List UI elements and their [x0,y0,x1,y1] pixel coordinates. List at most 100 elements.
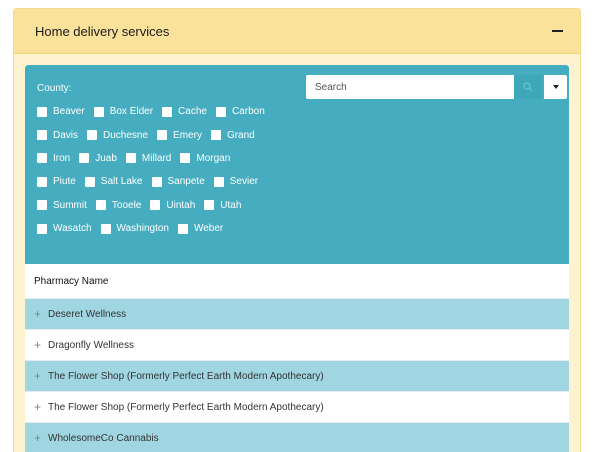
county-option[interactable]: Wasatch [37,223,92,234]
expand-plus-icon[interactable]: + [34,307,48,321]
table-row[interactable]: + The Flower Shop (Formerly Perfect Earth… [25,360,569,391]
expand-plus-icon[interactable]: + [34,431,48,445]
county-option[interactable]: Piute [37,176,76,187]
county-option[interactable]: Davis [37,130,78,141]
county-option[interactable]: Millard [125,152,172,164]
county-checkbox[interactable] [100,223,111,234]
county-option[interactable]: Washington [100,223,169,235]
pharmacy-table-body: + Deseret Wellness + Dragonfly Wellness + The… [25,298,569,452]
county-checkbox[interactable] [37,200,47,211]
home-delivery-panel: Home delivery services County: Beaver Box… [13,8,581,452]
county-option[interactable]: Sevier [213,176,258,187]
table-row[interactable]: + Dragonfly Wellness [25,329,569,360]
county-checkbox[interactable] [215,106,226,117]
county-checkbox[interactable] [79,153,90,164]
county-checkbox[interactable] [125,153,136,164]
search-input[interactable] [306,75,514,99]
county-name: Wasatch [53,223,92,235]
county-option[interactable]: Cache [162,106,207,117]
county-option[interactable]: Juab [79,153,117,164]
county-checkbox-list: Beaver Box Elder Cache Carbon Davis Duchesne E… [37,100,569,240]
county-name: Emery [173,129,202,141]
panel-header[interactable]: Home delivery services [14,9,580,54]
county-option[interactable]: Iron [37,153,70,164]
county-name: Juab [95,152,117,164]
county-row: Davis Duchesne Emery Grand [37,123,569,146]
county-checkbox[interactable] [95,200,106,211]
county-name: Washington [116,223,169,235]
county-option[interactable]: Sanpete [151,176,205,188]
county-option[interactable]: Carbon [215,106,265,118]
collapse-button[interactable] [548,22,566,40]
county-name: Millard [141,152,172,164]
county-row: Piute Salt Lake Sanpete Sevier [37,170,569,193]
county-name: Grand [226,129,255,141]
county-checkbox[interactable] [37,153,47,164]
search-icon [523,82,533,92]
caret-down-icon [552,85,559,89]
table-row[interactable]: + Deseret Wellness [25,298,569,329]
table-row[interactable]: + WholesomeCo Cannabis [25,422,569,452]
county-name: Uintah [166,199,196,211]
search-button[interactable] [514,75,542,99]
county-option[interactable]: Weber [177,223,224,235]
county-name: Weber [193,223,224,235]
county-checkbox[interactable] [157,130,168,141]
pharmacy-name: WholesomeCo Cannabis [48,432,159,444]
county-option[interactable]: Tooele [95,199,142,211]
county-name: Duchesne [103,129,149,141]
county-option[interactable]: Summit [37,200,87,211]
county-name: Piute [53,176,76,188]
expand-plus-icon[interactable]: + [34,369,48,383]
county-option[interactable]: Emery [157,130,202,141]
county-row: Iron Juab Millard Morgan [37,147,569,170]
county-filter: County: Beaver Box Elder Cache Carbon Davis D… [25,65,569,264]
county-name: Sanpete [167,176,205,188]
county-checkbox[interactable] [37,130,47,141]
county-name: Morgan [196,152,231,164]
county-checkbox[interactable] [93,106,104,117]
pharmacy-name: The Flower Shop (Formerly Perfect Earth … [48,370,324,382]
county-option[interactable]: Grand [210,129,255,141]
county-checkbox[interactable] [84,176,95,187]
expand-plus-icon[interactable]: + [34,338,48,352]
county-checkbox[interactable] [37,176,47,187]
county-option[interactable]: Utah [204,200,241,211]
county-option[interactable]: Box Elder [93,106,153,117]
county-name: Cache [178,106,207,118]
panel-content: County: Beaver Box Elder Cache Carbon Davis D… [25,65,569,452]
pharmacy-name: Dragonfly Wellness [48,339,134,351]
county-checkbox[interactable] [87,130,98,141]
panel-title: Home delivery services [35,23,170,39]
table-row[interactable]: + The Flower Shop (Formerly Perfect Earth… [25,391,569,422]
county-row: Beaver Box Elder Cache Carbon [37,100,569,123]
county-checkbox[interactable] [210,130,221,141]
county-checkbox[interactable] [213,176,224,187]
county-name: Carbon [231,106,265,118]
county-name: Utah [220,199,242,211]
county-name: Iron [53,152,71,164]
county-option[interactable]: Morgan [180,153,230,164]
pharmacy-name: Deseret Wellness [48,308,127,320]
table-header-pharmacy-name: Pharmacy Name [25,264,569,298]
county-checkbox[interactable] [162,106,173,117]
county-checkbox[interactable] [37,223,47,234]
county-checkbox[interactable] [204,200,215,211]
county-name: Tooele [111,199,142,211]
county-checkbox[interactable] [180,153,191,164]
county-option[interactable]: Duchesne [87,130,148,141]
county-option[interactable]: Salt Lake [84,176,143,188]
county-checkbox[interactable] [37,106,47,117]
county-name: Davis [53,129,79,141]
county-name: Beaver [53,106,85,118]
county-option[interactable]: Uintah [150,200,195,211]
county-name: Salt Lake [100,176,143,188]
expand-plus-icon[interactable]: + [34,400,48,414]
county-row: Summit Tooele Uintah Utah [37,194,569,217]
county-checkbox[interactable] [151,176,162,187]
county-option[interactable]: Beaver [37,106,85,117]
county-checkbox[interactable] [150,200,161,211]
county-checkbox[interactable] [177,223,188,234]
search-dropdown-button[interactable] [544,75,567,99]
county-name: Summit [53,199,87,211]
